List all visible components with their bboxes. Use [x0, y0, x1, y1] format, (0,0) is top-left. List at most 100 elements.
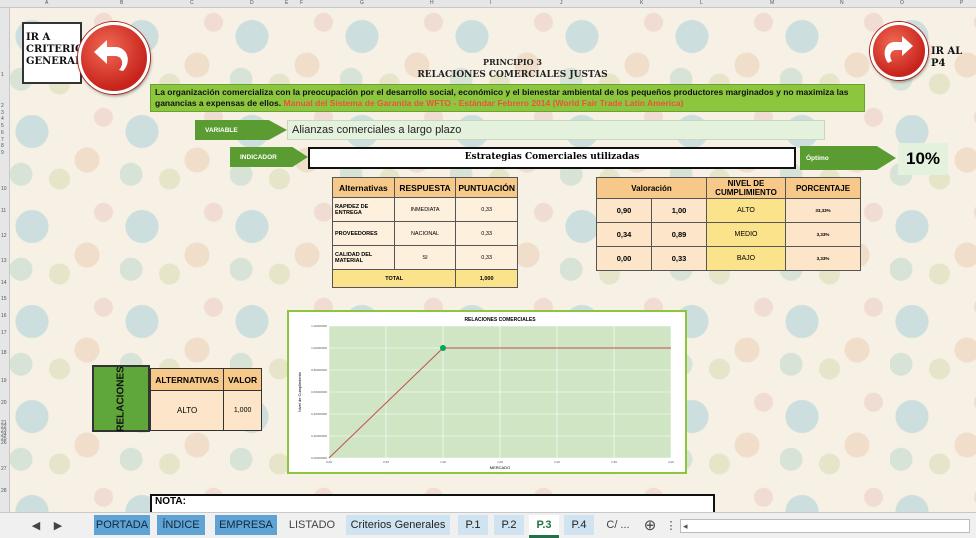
column-header[interactable]: M	[770, 0, 774, 6]
row-header[interactable]: 11	[1, 208, 6, 214]
row-header[interactable]: 26	[1, 440, 7, 446]
row-header[interactable]: 2	[1, 103, 4, 109]
nav-back-box[interactable]: IR A CRITERIOS GENERALES	[22, 22, 97, 84]
alt-header: Alternativas	[332, 177, 395, 198]
indicator-arrow: INDICADOR	[230, 147, 308, 167]
table-row: 0,90 1,00 ALTO 33,33%	[596, 198, 861, 223]
resp-cell[interactable]: SI	[393, 245, 457, 270]
column-header[interactable]: G	[360, 0, 364, 6]
add-sheet-icon[interactable]: ⊕	[640, 515, 660, 535]
column-header[interactable]: A	[45, 0, 48, 6]
score-cell: 0,33	[455, 221, 518, 246]
resp-cell[interactable]: INMEDIATA	[393, 197, 457, 222]
scroll-tabs-left-icon[interactable]: ◀	[28, 515, 44, 535]
next-arrow-button[interactable]	[870, 22, 928, 80]
level-cell: ALTO	[706, 198, 786, 223]
chart-container[interactable]: RELACIONES COMERCIALES 0,00000000 0,200000…	[287, 310, 687, 474]
scroll-left-icon[interactable]: ◂	[683, 521, 688, 532]
tab-p2[interactable]: P.2	[494, 515, 524, 535]
column-header[interactable]: L	[700, 0, 703, 6]
tab-empresa[interactable]: EMPRESA	[215, 515, 277, 535]
resp-header: RESPUESTA	[393, 177, 457, 198]
tab-splitter-icon[interactable]: ⋮	[666, 515, 677, 535]
summary-table: ALTERNATIVAS VALOR ALTO 1,000	[149, 368, 262, 431]
percentage-header: PORCENTAJE	[785, 177, 861, 199]
row-header[interactable]: 19	[1, 378, 7, 384]
sheet-tab-bar: ◀ ▶ PORTADA ÍNDICE EMPRESA LISTADO Crite…	[0, 512, 976, 538]
percentage-cell: 3,33%	[785, 246, 861, 271]
note-label: NOTA:	[155, 496, 186, 507]
row-header[interactable]: 16	[1, 313, 7, 319]
variable-label: VARIABLE	[205, 126, 238, 134]
row-header[interactable]: 15	[1, 296, 7, 302]
page-title: RELACIONES COMERCIALES JUSTAS	[417, 70, 608, 80]
column-header[interactable]: E	[285, 0, 288, 6]
column-header[interactable]: I	[490, 0, 491, 6]
row-header[interactable]: 18	[1, 350, 7, 356]
from-cell: 0,34	[596, 222, 652, 247]
tab-criterios-generales[interactable]: Criterios Generales	[346, 515, 450, 535]
row-header[interactable]: 6	[1, 130, 4, 136]
row-header[interactable]: 20	[1, 400, 7, 406]
row-header[interactable]: 1	[1, 72, 4, 78]
note-box[interactable]: NOTA:	[150, 494, 715, 512]
variable-value[interactable]: Alianzas comerciales a largo plazo	[287, 120, 825, 140]
nav-next-label: IR AL P4	[931, 46, 963, 69]
tab-listado[interactable]: LISTADO	[285, 515, 339, 535]
tab-p1[interactable]: P.1	[458, 515, 488, 535]
row-header[interactable]: 5	[1, 123, 4, 129]
tab-p4[interactable]: P.4	[564, 515, 594, 535]
principle-number: PRINCIPIO 3	[483, 57, 542, 67]
row-header[interactable]: 8	[1, 143, 4, 149]
row-header[interactable]: 27	[1, 466, 7, 472]
relaciones-label: RELACIONES	[115, 365, 127, 432]
horizontal-scrollbar[interactable]: ◂	[680, 519, 970, 533]
row-header[interactable]: 13	[1, 258, 7, 264]
variable-arrow: VARIABLE	[195, 120, 287, 140]
column-header[interactable]: H	[430, 0, 434, 6]
column-header[interactable]: C	[190, 0, 194, 6]
row-header[interactable]: 28	[1, 488, 7, 494]
column-header[interactable]: F	[300, 0, 303, 6]
total-label: TOTAL	[331, 269, 457, 288]
indicator-value[interactable]: Estrategias Comerciales utilizadas	[308, 147, 796, 169]
chart-title: RELACIONES COMERCIALES	[464, 317, 536, 323]
to-cell: 1,00	[651, 198, 707, 223]
tab-more[interactable]: C/ ...	[600, 515, 636, 535]
x-tick-label: 0,50	[383, 460, 389, 464]
column-header[interactable]: K	[640, 0, 643, 6]
from-cell: 0,90	[596, 198, 652, 223]
column-header[interactable]: P	[960, 0, 963, 6]
column-header[interactable]: N	[840, 0, 844, 6]
tab-portada[interactable]: PORTADA	[94, 515, 150, 535]
row-header[interactable]: 14	[1, 280, 7, 286]
data-point-marker	[440, 345, 446, 351]
valuation-table: Valoración NIVEL DE CUMPLIMIENTO PORCENT…	[596, 177, 861, 271]
scroll-tabs-right-icon[interactable]: ▶	[50, 515, 66, 535]
column-header[interactable]: O	[900, 0, 904, 6]
undo-arrow-icon	[94, 40, 128, 71]
row-header[interactable]: 9	[1, 150, 4, 156]
variable-value-text: Alianzas comerciales a largo plazo	[292, 124, 462, 136]
table-row: ALTO 1,000	[149, 390, 262, 431]
row-header[interactable]: 10	[1, 186, 7, 192]
row-header[interactable]: 17	[1, 330, 7, 336]
column-header[interactable]: J	[560, 0, 563, 6]
description-reference: Manual del Sistema de Garantía de WFTO -…	[281, 98, 684, 108]
row-header[interactable]: 4	[1, 116, 4, 122]
x-tick-label: 0,00	[326, 460, 332, 464]
row-header[interactable]: 12	[1, 233, 7, 239]
resp-cell[interactable]: NACIONAL	[393, 221, 457, 246]
level-cell: BAJO	[706, 246, 786, 271]
table-row: 0,00 0,33 BAJO 3,33%	[596, 246, 861, 271]
to-cell: 0,89	[651, 222, 707, 247]
table-row: 0,34 0,89 MEDIO 3,33%	[596, 222, 861, 247]
level-cell: MEDIO	[706, 222, 786, 247]
column-header[interactable]: D	[250, 0, 254, 6]
tab-indice[interactable]: ÍNDICE	[157, 515, 205, 535]
tab-p3[interactable]: P.3	[529, 515, 559, 538]
back-arrow-button[interactable]	[78, 22, 150, 94]
column-header[interactable]: B	[120, 0, 123, 6]
nav-back-label: IR A CRITERIOS GENERALES	[26, 32, 97, 67]
indicator-label: INDICADOR	[240, 153, 277, 161]
